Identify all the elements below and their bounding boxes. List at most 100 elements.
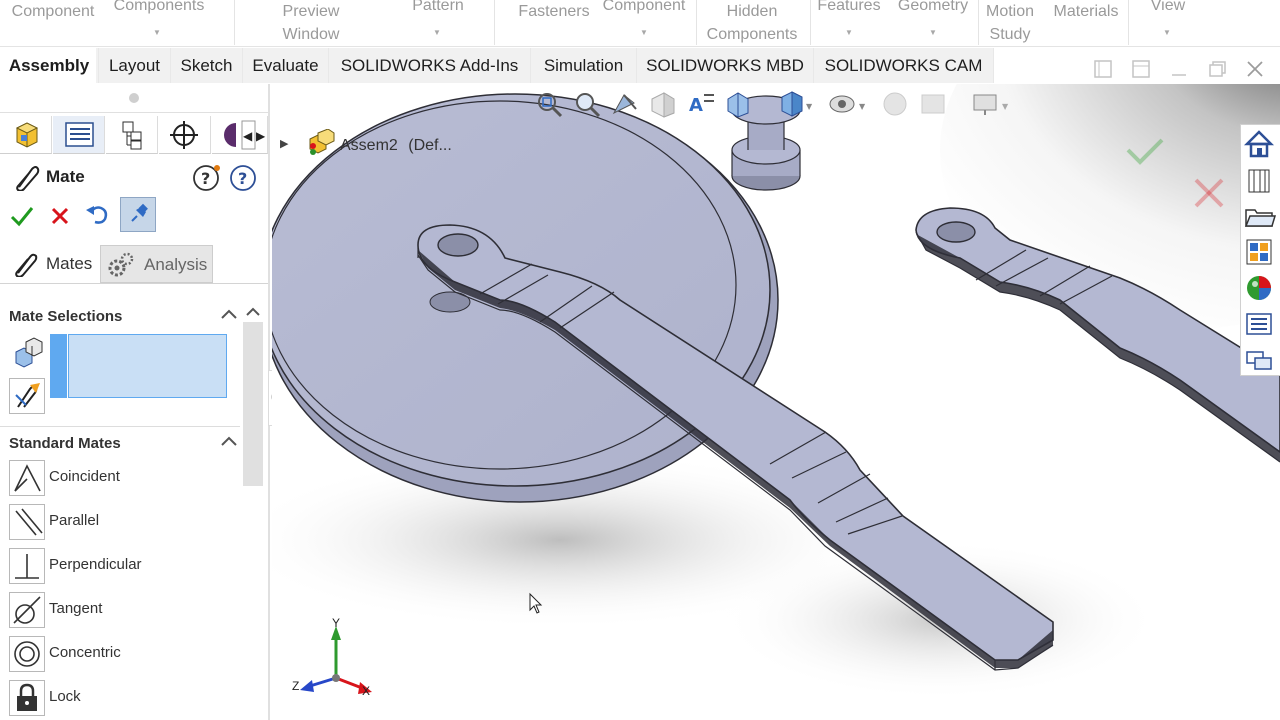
edit-appearance-icon[interactable] [880,89,910,119]
tab-feature-manager[interactable] [0,116,52,154]
ok-button[interactable] [8,202,36,230]
svg-text:?: ? [201,169,210,188]
mate-coincident-button[interactable]: Coincident [9,460,229,496]
ribbon-fasteners[interactable]: Fasteners [514,0,594,23]
whats-new-help-icon[interactable]: ? [192,163,222,196]
ribbon-view[interactable]: View [1140,0,1196,17]
solidworks-resources-home-icon[interactable] [1241,126,1277,162]
tab-evaluate[interactable]: Evaluate [242,48,328,83]
collapse-section-icon[interactable] [220,433,238,456]
tab-solidworks-cam[interactable]: SOLIDWORKS CAM [813,48,994,83]
zoom-to-area-icon[interactable] [572,89,602,119]
ribbon-separator [494,0,495,45]
panel-scrollbar[interactable] [243,322,265,720]
ribbon-motion-study[interactable]: Motion Study [980,0,1040,46]
assembly-model[interactable] [272,84,1280,720]
mate-label: Lock [49,688,81,705]
tab-configuration-manager[interactable] [106,116,158,154]
close-icon[interactable] [1243,58,1267,82]
mate-parallel-button[interactable]: Parallel [9,504,229,540]
undo-button[interactable] [83,200,113,230]
minimize-icon[interactable] [1167,58,1191,82]
chevron-down-icon[interactable]: ▼ [433,28,441,37]
chevron-down-icon[interactable]: ▼ [929,28,937,37]
custom-properties-icon[interactable] [1241,306,1277,342]
multi-mate-icon[interactable] [9,378,45,414]
chevron-down-icon[interactable]: ▼ [1163,28,1171,37]
hide-show-items-icon[interactable]: ▼ [827,89,866,119]
appearances-scenes-icon[interactable] [1241,270,1277,306]
cancel-button[interactable] [46,202,74,230]
chevron-down-icon[interactable]: ▼ [845,28,853,37]
chevron-down-icon[interactable]: ▼ [640,28,648,37]
mate-label: Coincident [49,468,120,485]
ribbon-component-2[interactable]: Component [596,0,692,17]
display-style-icon[interactable]: ▼ [776,89,813,119]
ribbon-components[interactable]: Components [104,0,214,17]
ribbon-separator [234,0,235,45]
design-library-icon[interactable] [1241,162,1277,198]
forum-icon[interactable] [1241,342,1277,378]
view-orientation-icon[interactable] [724,89,754,119]
paperclip-icon [12,251,38,291]
mate-selections-list[interactable] [68,334,227,398]
collapse-section-icon[interactable] [220,306,238,329]
mate-lock-button[interactable]: Lock [9,680,229,716]
ribbon-preview-window[interactable]: Preview Window [262,0,360,46]
mate-selections-bar [50,334,67,398]
gears-icon [107,251,135,293]
scrollbar-thumb[interactable] [243,322,263,486]
mate-label: Parallel [49,512,100,529]
apply-scene-icon[interactable] [918,89,948,119]
previous-view-icon[interactable] [610,89,640,119]
mate-concentric-button[interactable]: Concentric [9,636,229,672]
graphics-area[interactable]: A ▼ ▼ ▼ ▶ Assem2 (Def... Y X Z [272,84,1280,720]
paperclip-icon [12,163,40,196]
panel-divider [0,112,268,113]
ribbon-geometry[interactable]: Geometry [892,0,974,17]
tab-solidworks-add-ins[interactable]: SOLIDWORKS Add-Ins [328,48,530,83]
chevron-down-icon[interactable]: ▼ [153,28,161,37]
restore-panel-icon[interactable] [1091,58,1115,82]
ribbon-separator [696,0,697,45]
mate-label: Perpendicular [49,556,142,573]
tab-display-manager[interactable]: ◀ ▶ [212,116,268,154]
view-palette-icon[interactable] [1241,234,1277,270]
tab-analysis[interactable]: Analysis [100,245,213,283]
ribbon-component[interactable]: Component [6,0,100,23]
tile-window-icon[interactable] [1129,58,1153,82]
tab-mates[interactable]: Mates [8,245,98,283]
mate-tangent-button[interactable]: Tangent [9,592,229,628]
concentric-icon [9,636,45,672]
tab-property-manager[interactable] [53,116,105,154]
selection-filter-icon[interactable] [10,336,44,375]
tree-expand-arrow-icon[interactable]: ▶ [280,137,288,150]
view-settings-icon[interactable]: ▼ [970,89,1009,119]
ribbon-pattern[interactable]: Pattern [398,0,478,17]
svg-text:?: ? [238,169,247,188]
maximize-icon[interactable] [1205,58,1229,82]
tab-sketch[interactable]: Sketch [170,48,242,83]
keep-visible-pushpin-button[interactable] [120,197,156,232]
tab-layout[interactable]: Layout [98,48,170,83]
help-icon[interactable]: ? [228,163,258,196]
triad-x-label: X [362,684,371,698]
triad-z-label: Z [292,679,300,693]
file-explorer-icon[interactable] [1241,198,1277,234]
ribbon-materials[interactable]: Materials [1046,0,1126,23]
tab-mates-label: Mates [46,254,93,273]
tab-dimxpert-manager[interactable] [159,116,211,154]
tree-assembly-name[interactable]: Assem2 (Def... [340,137,452,155]
ribbon-hidden-components[interactable]: Hidden Components [700,0,804,46]
panel-splitter-handle[interactable] [129,93,139,103]
mate-perpendicular-button[interactable]: Perpendicular [9,548,229,584]
tab-assembly[interactable]: Assembly [0,48,98,83]
dynamic-annotation-views-icon[interactable]: A [686,89,716,119]
zoom-to-fit-icon[interactable] [534,89,564,119]
tab-solidworks-mbd[interactable]: SOLIDWORKS MBD [636,48,813,83]
mate-label: Concentric [49,644,121,661]
coincident-icon [9,460,45,496]
tab-simulation[interactable]: Simulation [530,48,636,83]
ribbon-features[interactable]: Features [812,0,886,17]
section-view-icon[interactable] [648,89,678,119]
